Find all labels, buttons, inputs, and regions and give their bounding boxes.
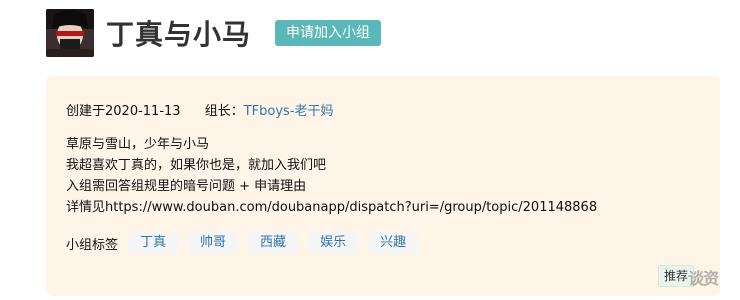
group-description: 草原与雪山，少年与小马 我超喜欢丁真的，如果你也是，就加入我们吧 入组需回答组规… (66, 134, 597, 218)
owner-label: 组长： (204, 104, 244, 119)
description-line: 我超喜欢丁真的，如果你也是，就加入我们吧 (66, 158, 327, 173)
created-date: 2020-11-13 (105, 104, 181, 119)
group-title: 丁真与小马 (106, 18, 252, 51)
owner-link[interactable]: TFboys-老干妈 (244, 104, 334, 119)
tags-label: 小组标签 (66, 237, 119, 253)
created-label: 创建于 (66, 104, 106, 119)
group-info-card: 创建于2020-11-13 组长：TFboys-老干妈 草原与雪山，少年与小马 … (46, 76, 720, 296)
group-avatar[interactable] (46, 9, 94, 57)
tag-handsome[interactable]: 帅哥 (188, 232, 239, 254)
group-meta: 创建于2020-11-13 组长：TFboys-老干妈 (66, 100, 334, 119)
group-header: 丁真与小马 申请加入小组 (46, 9, 382, 57)
group-tags: 小组标签 丁真 帅哥 西藏 娱乐 兴趣 (66, 232, 428, 254)
description-line: 草原与雪山，少年与小马 (66, 137, 210, 152)
description-line: 入组需回答组规里的暗号问题 + 申请理由 (66, 179, 307, 194)
join-group-button[interactable]: 申请加入小组 (275, 20, 382, 46)
tag-tibet[interactable]: 西藏 (248, 232, 299, 254)
tag-interest[interactable]: 兴趣 (368, 232, 419, 254)
description-line: 详情见https://www.douban.com/doubanapp/disp… (66, 200, 598, 215)
watermark-text: 谈资 (688, 269, 719, 288)
avatar-image-icon (46, 9, 94, 57)
tag-dingzhen[interactable]: 丁真 (128, 232, 179, 254)
tag-entertainment[interactable]: 娱乐 (308, 232, 359, 254)
